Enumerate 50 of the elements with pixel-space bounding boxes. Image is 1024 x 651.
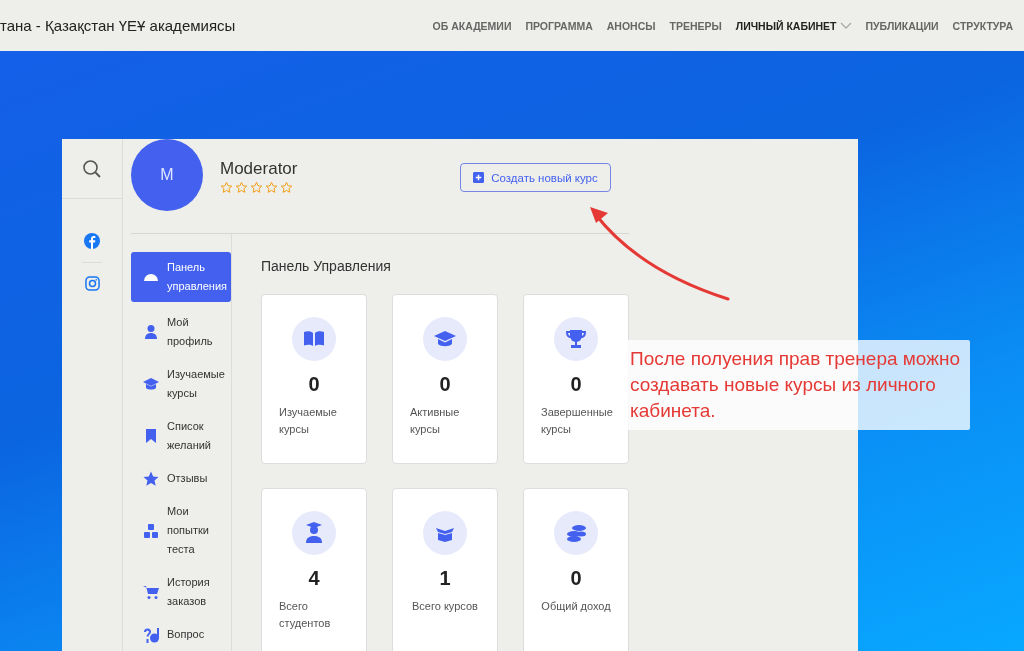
cap-icon [143,376,159,392]
stat-value: 1 [439,567,451,590]
box-icon [423,511,467,555]
bookmark-icon [143,428,159,444]
user-icon [143,324,159,340]
sidebar-item[interactable]: Отзывы [131,466,231,491]
nav-link[interactable]: ПРОГРАММА [518,15,600,36]
plus-icon [473,172,485,183]
sidebar-item[interactable]: Вопрос [131,622,231,647]
book-icon [292,317,336,361]
stat-label: Всего курсов [411,599,479,614]
nav-link[interactable]: ЛИЧНЫЙ КАБИНЕТ [728,15,859,36]
cart-icon [143,584,159,600]
stat-value: 0 [308,373,320,396]
facebook-icon[interactable] [84,233,100,249]
stat-label: Общий доход [540,599,612,614]
blocks-icon [143,522,159,539]
sidebar-item[interactable]: История заказов [131,570,231,614]
nav-link[interactable]: ПУБЛИКАЦИИ [858,15,946,36]
stat-value: 0 [570,373,582,396]
sidebar-item[interactable]: Мой профиль [131,310,231,354]
instagram-icon[interactable] [84,276,100,291]
sidebar-item[interactable]: Изучаемые курсы [131,362,231,406]
stat-label: Всего студентов [278,599,332,631]
annotation-callout: После полуения прав тренера можно создавать новые курсы из личного кабинета. [625,340,970,430]
question-icon [143,626,159,643]
nav-link[interactable]: АНОНСЫ [599,15,663,36]
nav-link[interactable]: ТРЕНЕРЫ [662,15,729,36]
sidebar-item[interactable]: Панель управления [131,252,231,302]
site-title: тана - Қазақстан ҮЕҰ академиясы [0,17,236,34]
stat-label: Завершенные курсы [540,405,614,437]
trophy-icon [554,317,598,361]
stat-value: 0 [570,567,582,590]
coins-icon [554,511,598,555]
star-icon [143,470,159,487]
sidebar-item[interactable]: Мои попытки теста [131,499,231,562]
stat-value: 0 [439,373,451,396]
stat-label: Активные курсы [409,405,461,437]
create-course-button[interactable]: Создать новый курс [460,163,611,192]
student-icon [292,511,336,555]
avatar: M [131,139,203,211]
search-icon[interactable] [82,158,102,179]
cap-icon [423,317,467,361]
sidebar-item[interactable]: Список желаний [131,414,231,458]
nav-link[interactable]: СТРУКТУРА [945,15,1020,36]
dashboard-title: Панель Управления [261,258,392,274]
stat-label: Изучаемые курсы [278,405,338,437]
stat-value: 4 [308,567,320,590]
user-name: Moderator [220,159,299,179]
nav-link[interactable]: ОБ АКАДЕМИИ [425,15,519,36]
